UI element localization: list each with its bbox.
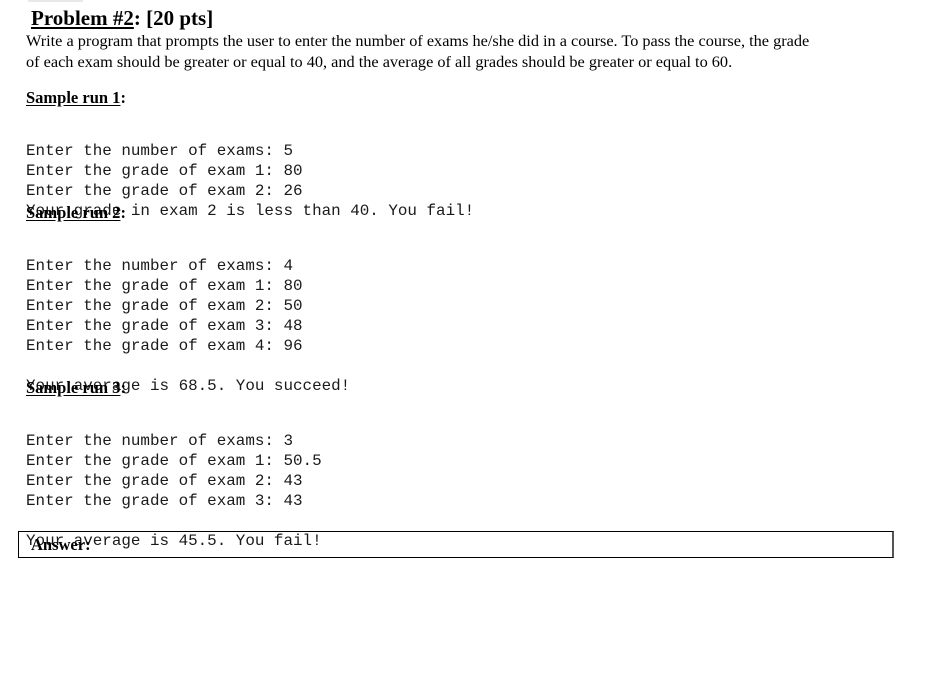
answer-label: Answer:: [31, 535, 91, 554]
sample-run-2-heading: Sample run 2:: [26, 203, 126, 223]
sample-run-1-heading-text: Sample run 1: [26, 88, 121, 107]
heading-colon: :: [120, 203, 126, 222]
console-line: Enter the grade of exam 2: 43: [26, 472, 303, 490]
problem-description: Write a program that prompts the user to…: [26, 30, 906, 72]
heading-colon: :: [120, 378, 126, 397]
sample-run-1-output: Enter the number of exams: 5 Enter the gr…: [26, 121, 474, 241]
problem-title: Problem #2: [20 pts]: [31, 6, 213, 30]
sample-run-3-heading-text: Sample run 3: [26, 378, 121, 397]
description-line: Write a program that prompts the user to…: [26, 31, 810, 50]
console-line: Enter the grade of exam 4: 96: [26, 337, 303, 355]
sample-run-2-heading-text: Sample run 2: [26, 203, 121, 222]
sample-run-1-heading: Sample run 1:: [26, 88, 126, 108]
answer-box[interactable]: Answer:: [18, 531, 894, 558]
problem-title-number: Problem #2: [31, 6, 134, 30]
console-line: Enter the grade of exam 3: 48: [26, 317, 303, 335]
console-line: Enter the grade of exam 1: 80: [26, 277, 303, 295]
console-line: Enter the grade of exam 2: 50: [26, 297, 303, 315]
console-line: Enter the grade of exam 1: 50.5: [26, 452, 322, 470]
console-line: Enter the grade of exam 3: 43: [26, 492, 303, 510]
console-line: Enter the grade of exam 1: 80: [26, 162, 303, 180]
console-line: Enter the number of exams: 4: [26, 257, 294, 275]
console-line: Enter the number of exams: 3: [26, 432, 294, 450]
heading-colon: :: [120, 88, 126, 107]
console-line: Enter the grade of exam 2: 26: [26, 182, 303, 200]
console-line: Enter the number of exams: 5: [26, 142, 294, 160]
top-rule: [28, 0, 83, 2]
problem-title-points: : [20 pts]: [133, 6, 214, 30]
sample-run-3-heading: Sample run 3:: [26, 378, 126, 398]
description-line: of each exam should be greater or equal …: [26, 52, 733, 71]
